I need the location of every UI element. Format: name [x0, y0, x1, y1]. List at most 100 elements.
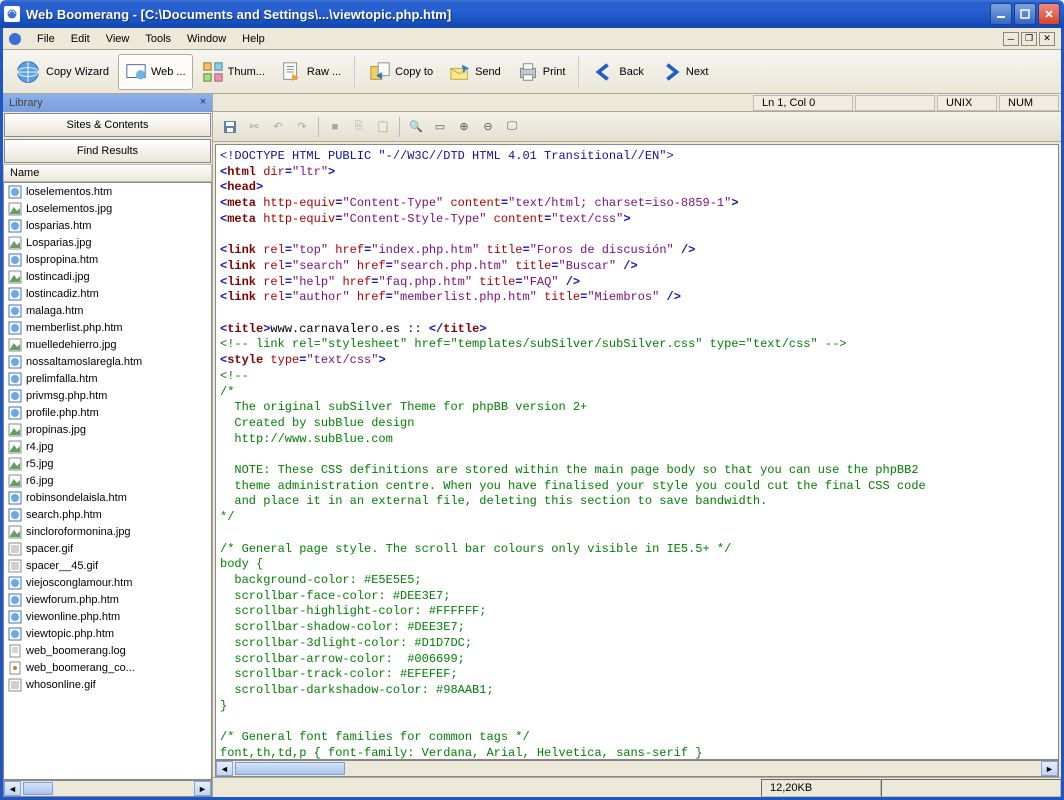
- list-item[interactable]: search.php.htm: [4, 506, 211, 523]
- copy-to-button[interactable]: Copy to: [362, 53, 440, 91]
- selection-icon[interactable]: ▭: [429, 116, 451, 138]
- copy-wizard-button[interactable]: Copy Wizard: [7, 53, 116, 91]
- list-item[interactable]: whosonline.gif: [4, 676, 211, 693]
- list-item[interactable]: sincloroformonina.jpg: [4, 523, 211, 540]
- list-item[interactable]: r6.jpg: [4, 472, 211, 489]
- file-list[interactable]: loselementos.htmLoselementos.jpglosparia…: [3, 182, 212, 780]
- status-empty-2: [881, 779, 1061, 797]
- mdi-minimize-button[interactable]: ─: [1003, 32, 1019, 46]
- file-list-header[interactable]: Name: [3, 164, 212, 182]
- list-item[interactable]: viewforum.php.htm: [4, 591, 211, 608]
- file-type-icon: [8, 593, 22, 607]
- line-ending-mode: UNIX: [937, 95, 997, 111]
- file-name: web_boomerang_co...: [26, 662, 135, 674]
- file-type-icon: [8, 372, 22, 386]
- menu-file[interactable]: File: [29, 31, 63, 47]
- thumbnails-button[interactable]: Thum...: [195, 53, 272, 91]
- screen-icon[interactable]: 🖵: [501, 116, 523, 138]
- list-item[interactable]: spacer.gif: [4, 540, 211, 557]
- next-button[interactable]: Next: [653, 53, 716, 91]
- list-item[interactable]: Losparias.jpg: [4, 234, 211, 251]
- scroll-right-icon[interactable]: ►: [1041, 761, 1058, 776]
- list-item[interactable]: Loselementos.jpg: [4, 200, 211, 217]
- file-name: lostincadi.jpg: [26, 271, 90, 283]
- list-item[interactable]: profile.php.htm: [4, 404, 211, 421]
- list-item[interactable]: lostincadi.jpg: [4, 268, 211, 285]
- file-type-icon: [8, 185, 22, 199]
- list-item[interactable]: spacer__45.gif: [4, 557, 211, 574]
- scroll-right-icon[interactable]: ►: [194, 781, 211, 796]
- scroll-left-icon[interactable]: ◄: [4, 781, 21, 796]
- window-maximize-button[interactable]: [1014, 3, 1036, 25]
- list-item[interactable]: lospropina.htm: [4, 251, 211, 268]
- file-name: r4.jpg: [26, 441, 54, 453]
- list-item[interactable]: losparias.htm: [4, 217, 211, 234]
- list-item[interactable]: r4.jpg: [4, 438, 211, 455]
- list-item[interactable]: nossaltamoslaregla.htm: [4, 353, 211, 370]
- file-type-icon: [8, 287, 22, 301]
- send-button[interactable]: Send: [442, 53, 508, 91]
- list-item[interactable]: r5.jpg: [4, 455, 211, 472]
- copy-to-icon: [369, 61, 391, 83]
- file-name: prelimfalla.htm: [26, 373, 98, 385]
- file-name: web_boomerang.log: [26, 645, 126, 657]
- list-item[interactable]: web_boomerang.log: [4, 642, 211, 659]
- print-button[interactable]: Print: [510, 53, 573, 91]
- save-icon[interactable]: [219, 116, 241, 138]
- list-item[interactable]: lostincadiz.htm: [4, 285, 211, 302]
- menu-edit[interactable]: Edit: [63, 31, 98, 47]
- library-panel-title: Library ×: [3, 94, 212, 112]
- list-item[interactable]: viejosconglamour.htm: [4, 574, 211, 591]
- window-minimize-button[interactable]: [990, 3, 1012, 25]
- find-icon[interactable]: 🔍: [405, 116, 427, 138]
- cursor-position: Ln 1, Col 0: [753, 95, 853, 111]
- list-item[interactable]: prelimfalla.htm: [4, 370, 211, 387]
- file-type-icon: [8, 457, 22, 471]
- library-panel: Library × Sites & Contents Find Results …: [3, 94, 213, 797]
- file-name: r5.jpg: [26, 458, 54, 470]
- panel-close-icon[interactable]: ×: [196, 95, 210, 109]
- editor-hscrollbar[interactable]: ◄ ►: [215, 760, 1059, 777]
- menu-window[interactable]: Window: [179, 31, 234, 47]
- list-item[interactable]: robinsondelaisla.htm: [4, 489, 211, 506]
- file-name: memberlist.php.htm: [26, 322, 123, 334]
- list-item[interactable]: propinas.jpg: [4, 421, 211, 438]
- zoom-in-icon[interactable]: ⊕: [453, 116, 475, 138]
- file-list-hscrollbar[interactable]: ◄ ►: [3, 780, 212, 797]
- menu-help[interactable]: Help: [234, 31, 273, 47]
- list-item[interactable]: muelledehierro.jpg: [4, 336, 211, 353]
- list-item[interactable]: privmsg.php.htm: [4, 387, 211, 404]
- scroll-left-icon[interactable]: ◄: [216, 761, 233, 776]
- menu-tools[interactable]: Tools: [137, 31, 179, 47]
- thumbnails-icon: [202, 61, 224, 83]
- list-item[interactable]: loselementos.htm: [4, 183, 211, 200]
- list-item[interactable]: web_boomerang_co...: [4, 659, 211, 676]
- editor-status-bottom: 12,20KB: [213, 777, 1061, 797]
- web-view-button[interactable]: Web ...: [118, 54, 193, 90]
- window-close-button[interactable]: [1038, 3, 1060, 25]
- tab-find-results[interactable]: Find Results: [4, 139, 211, 163]
- code-editor[interactable]: <!DOCTYPE HTML PUBLIC "-//W3C//DTD HTML …: [215, 144, 1059, 760]
- tab-sites-contents[interactable]: Sites & Contents: [4, 113, 211, 137]
- window-title: Web Boomerang - [C:\Documents and Settin…: [26, 7, 990, 22]
- file-type-icon: [8, 508, 22, 522]
- file-name: privmsg.php.htm: [26, 390, 107, 402]
- zoom-out-icon[interactable]: ⊖: [477, 116, 499, 138]
- file-name: viejosconglamour.htm: [26, 577, 132, 589]
- list-item[interactable]: viewonline.php.htm: [4, 608, 211, 625]
- list-item[interactable]: malaga.htm: [4, 302, 211, 319]
- list-item[interactable]: memberlist.php.htm: [4, 319, 211, 336]
- file-type-icon: [8, 474, 22, 488]
- back-button[interactable]: Back: [586, 53, 650, 91]
- scroll-thumb[interactable]: [235, 762, 345, 775]
- file-type-icon: [8, 542, 22, 556]
- raw-view-button[interactable]: Raw ...: [274, 53, 348, 91]
- send-icon: [449, 61, 471, 83]
- list-item[interactable]: viewtopic.php.htm: [4, 625, 211, 642]
- file-type-icon: [8, 525, 22, 539]
- mdi-close-button[interactable]: ✕: [1039, 32, 1055, 46]
- menu-view[interactable]: View: [98, 31, 138, 47]
- scroll-thumb[interactable]: [23, 782, 53, 795]
- file-name: spacer.gif: [26, 543, 73, 555]
- mdi-restore-button[interactable]: ❐: [1021, 32, 1037, 46]
